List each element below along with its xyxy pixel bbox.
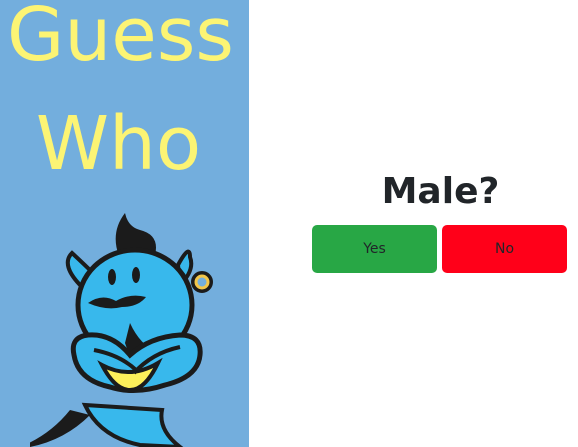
question-panel: Male? Yes No — [249, 0, 578, 447]
question-text: Male? — [381, 171, 500, 212]
guess-who-banner: Guess Who — [0, 0, 249, 447]
answer-buttons: Yes No — [312, 225, 568, 273]
banner-title-line1: Guess — [7, 0, 234, 78]
yes-button[interactable]: Yes — [312, 225, 437, 273]
no-button[interactable]: No — [442, 225, 567, 273]
genie-mascot-icon — [30, 213, 213, 447]
guess-who-page: Guess Who Male? Yes No — [0, 0, 578, 447]
banner-title-line2: Who — [35, 101, 202, 187]
